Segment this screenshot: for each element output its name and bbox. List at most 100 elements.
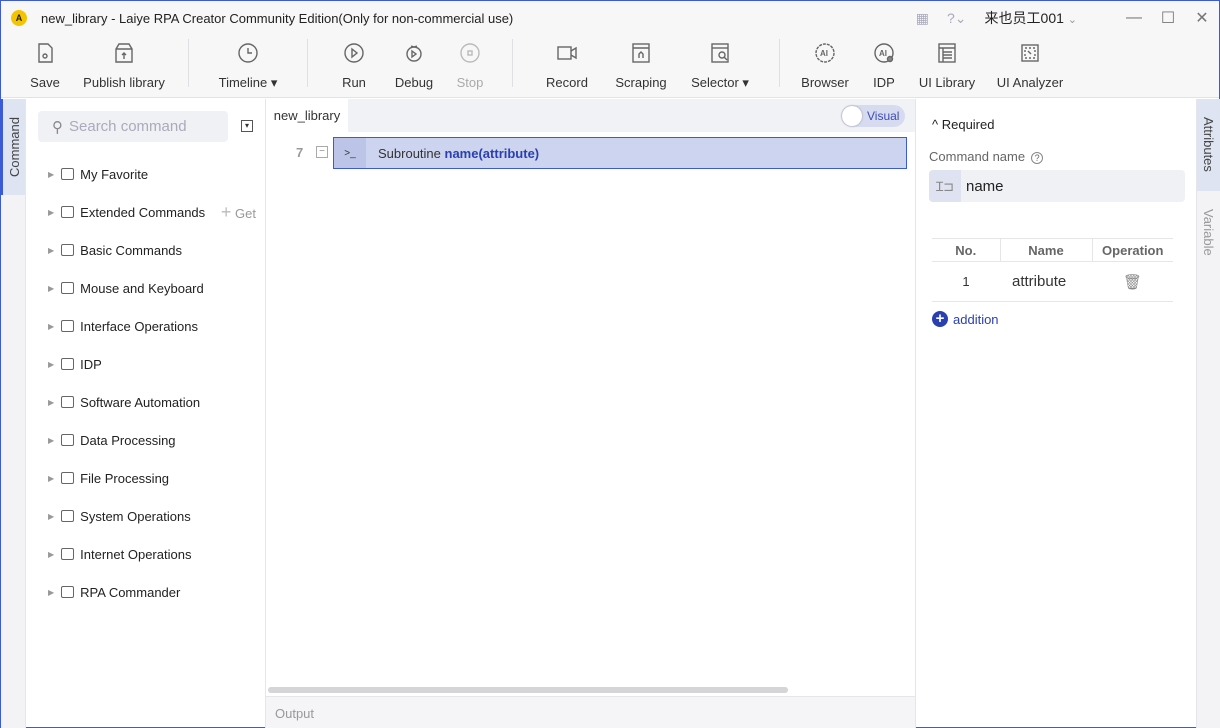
scraping-button[interactable]: Scraping xyxy=(607,35,675,95)
required-section-toggle[interactable]: ^ Required xyxy=(932,117,994,132)
category-icon xyxy=(61,168,75,180)
button-label: Selector ▾ xyxy=(691,75,749,90)
selector-button[interactable]: Selector ▾ xyxy=(675,35,765,95)
add-parameter-button[interactable]: + addition xyxy=(932,311,999,327)
button-label: Scraping xyxy=(615,75,667,90)
filter-icon[interactable]: ▾ xyxy=(241,120,253,132)
minimize-button[interactable]: — xyxy=(1117,9,1151,27)
toggle-label: Visual xyxy=(867,109,900,123)
category-icon xyxy=(61,282,75,294)
row-name[interactable]: attribute xyxy=(1000,261,1092,302)
horizontal-scrollbar[interactable] xyxy=(268,687,788,693)
search-placeholder: Search command xyxy=(69,118,187,135)
tree-item[interactable]: ▶ File Processing xyxy=(26,459,266,497)
tree-item-label: Data Processing xyxy=(80,432,176,448)
stop-icon xyxy=(460,43,480,63)
debug-button[interactable]: Debug xyxy=(386,35,442,95)
expand-arrow-icon[interactable]: ▶ xyxy=(48,588,54,597)
button-label: Save xyxy=(30,75,60,90)
expand-arrow-icon[interactable]: ▶ xyxy=(48,284,54,293)
expand-arrow-icon[interactable]: ▶ xyxy=(48,322,54,331)
column-header: No. xyxy=(932,238,1000,262)
apps-icon[interactable]: ▦ xyxy=(916,10,929,27)
uianalyzer-button[interactable]: UI Analyzer xyxy=(982,35,1078,95)
expand-arrow-icon[interactable]: ▶ xyxy=(48,398,54,407)
save-button[interactable]: Save xyxy=(16,35,74,95)
maximize-button[interactable]: ☐ xyxy=(1151,8,1185,28)
category-icon xyxy=(61,434,75,446)
button-label: Record xyxy=(546,75,588,90)
tree-item[interactable]: ▶ Mouse and Keyboard xyxy=(26,269,266,307)
tree-item[interactable]: ▶ System Operations xyxy=(26,497,266,535)
tree-item[interactable]: ▶ Data Processing xyxy=(26,421,266,459)
subroutine-block[interactable]: >_ Subroutine name(attribute) xyxy=(333,137,907,169)
toolbar-separator xyxy=(779,39,780,87)
tree-item[interactable]: ▶ Interface Operations xyxy=(26,307,266,345)
expand-arrow-icon[interactable]: ▶ xyxy=(48,512,54,521)
tab-variable[interactable]: Variable xyxy=(1197,191,1220,256)
expand-arrow-icon[interactable]: ▶ xyxy=(48,170,54,179)
browser-button[interactable]: AI Browser xyxy=(794,35,856,95)
stop-button[interactable]: Stop xyxy=(442,35,498,95)
tab-attributes[interactable]: Attributes xyxy=(1197,99,1220,191)
tab-new-library[interactable]: new_library xyxy=(266,99,348,132)
get-label: Get xyxy=(235,205,256,221)
category-icon xyxy=(61,586,75,598)
toolbar-separator xyxy=(512,39,513,87)
button-label: Browser xyxy=(801,75,849,90)
clock-icon xyxy=(238,43,258,63)
tree-item-label: Software Automation xyxy=(80,394,201,410)
expand-arrow-icon[interactable]: ▶ xyxy=(48,360,54,369)
attributes-panel: ^ Required Command name? Ɪ⊐ name No. Name O… xyxy=(915,99,1196,728)
code-line[interactable]: 7 − >_ Subroutine name(attribute) xyxy=(266,137,907,169)
expand-arrow-icon[interactable]: ▶ xyxy=(48,246,54,255)
column-header: Name xyxy=(999,238,1092,262)
tree-item-label: My Favorite xyxy=(80,166,149,182)
record-button[interactable]: Record xyxy=(527,35,607,95)
tree-item[interactable]: ▶ RPA Commander xyxy=(26,573,266,611)
category-icon xyxy=(61,548,75,560)
output-panel[interactable]: Output xyxy=(266,696,915,728)
expand-arrow-icon[interactable]: ▶ xyxy=(48,436,54,445)
add-label: addition xyxy=(953,311,999,327)
tree-item-label: Internet Operations xyxy=(80,546,192,562)
expand-arrow-icon[interactable]: ▶ xyxy=(48,208,54,217)
timeline-button[interactable]: Timeline ▾ xyxy=(203,35,293,95)
tree-item[interactable]: ▶ Extended Commands + Get xyxy=(26,193,266,231)
category-icon xyxy=(61,206,75,218)
expand-arrow-icon[interactable]: ▶ xyxy=(48,474,54,483)
command-name-field[interactable]: Ɪ⊐ name xyxy=(929,170,1185,202)
search-input[interactable]: ⚲ Search command xyxy=(38,111,228,142)
trash-icon[interactable]: 🗑 xyxy=(1123,274,1142,291)
help-icon[interactable]: ? xyxy=(1031,152,1044,164)
publish-button[interactable]: Publish library xyxy=(74,35,174,95)
button-label: IDP xyxy=(873,75,895,90)
command-tree: ▶ My Favorite ▶ Extended Commands + Get ▶ Basi… xyxy=(26,155,266,611)
expand-arrow-icon[interactable]: ▶ xyxy=(48,550,54,559)
tree-item[interactable]: ▶ Software Automation xyxy=(26,383,266,421)
visual-toggle[interactable]: Visual xyxy=(841,105,905,127)
parameters-table: No. Name Operation 1 attribute 🗑 xyxy=(932,238,1173,302)
row-no: 1 xyxy=(932,261,1000,302)
tab-label: Command xyxy=(6,117,22,177)
tree-item[interactable]: ▶ Basic Commands xyxy=(26,231,266,269)
collapse-icon[interactable]: − xyxy=(316,146,328,158)
user-menu[interactable]: 来也员工001 ⌄ xyxy=(985,8,1077,28)
get-extensions-button[interactable]: + Get xyxy=(221,202,256,223)
help-icon[interactable]: ?⌄ xyxy=(947,10,967,27)
svg-text:AI: AI xyxy=(820,49,828,58)
tree-item[interactable]: ▶ Internet Operations xyxy=(26,535,266,573)
ui-analyzer-icon xyxy=(1021,44,1039,62)
run-button[interactable]: Run xyxy=(322,35,386,95)
tree-item[interactable]: ▶ IDP xyxy=(26,345,266,383)
scraping-icon xyxy=(632,43,650,63)
tab-command[interactable]: Command xyxy=(1,99,25,195)
ui-library-icon xyxy=(938,43,956,63)
uilibrary-button[interactable]: UI Library xyxy=(912,35,982,95)
tree-item-label: File Processing xyxy=(80,470,170,486)
idp-button[interactable]: AI IDP xyxy=(856,35,912,95)
publish-icon xyxy=(115,43,133,63)
toolbar-separator xyxy=(188,39,189,87)
tree-item[interactable]: ▶ My Favorite xyxy=(26,155,266,193)
close-button[interactable]: ✕ xyxy=(1185,8,1219,28)
